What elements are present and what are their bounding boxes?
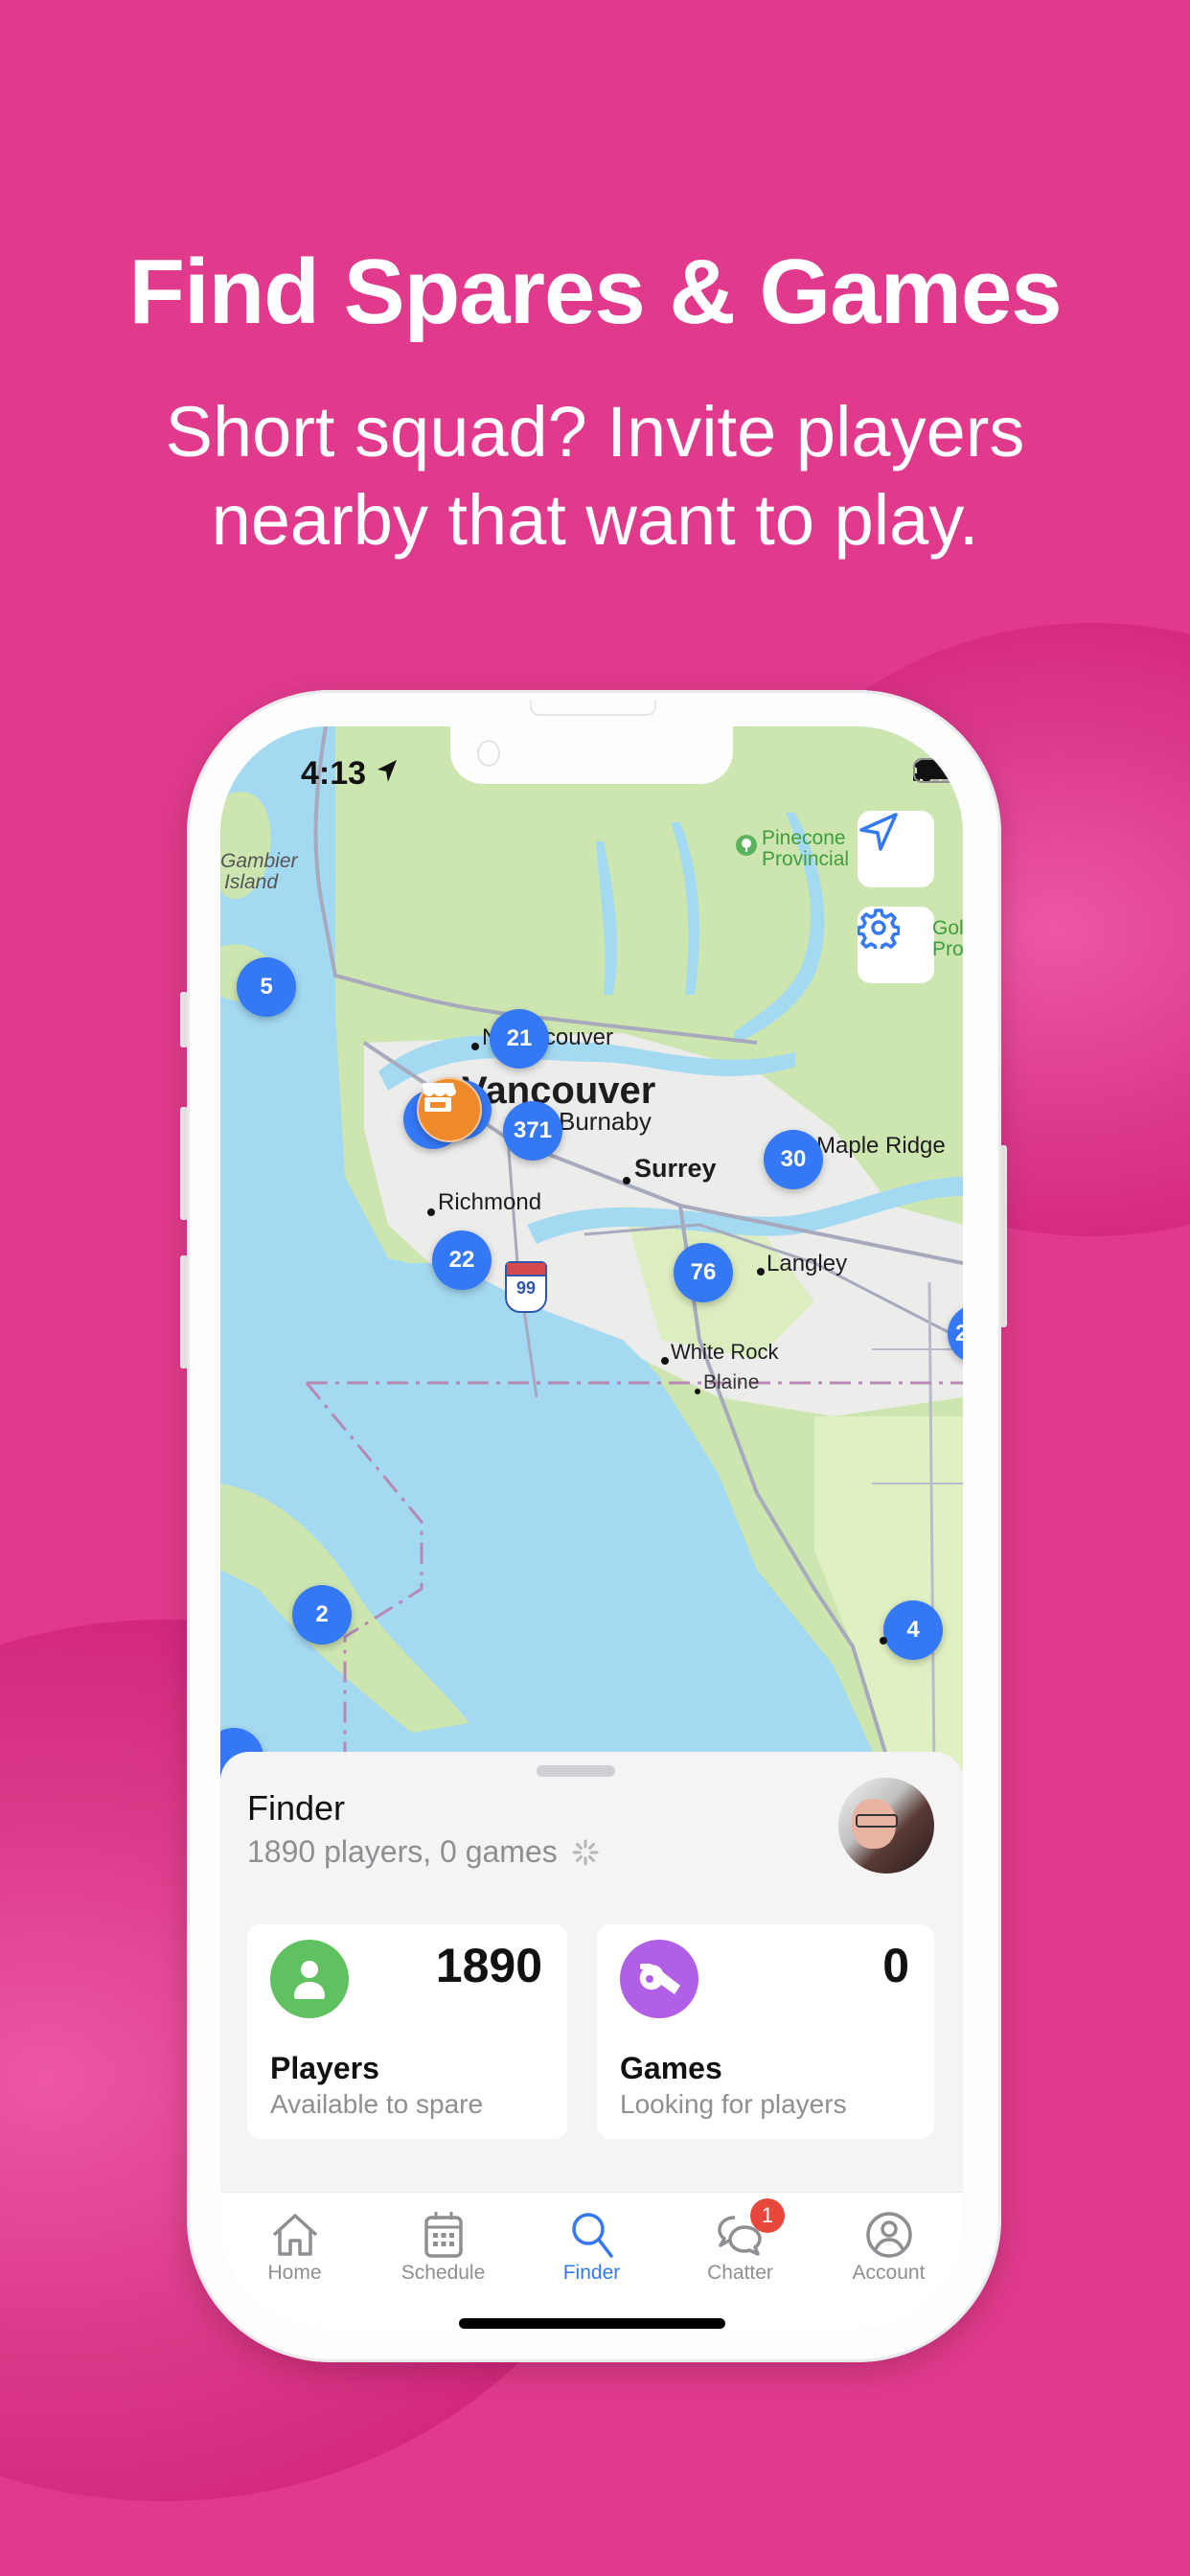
place-label-golden-ears: Gol Pro — [932, 917, 963, 960]
battery-icon — [913, 758, 963, 783]
games-description: Looking for players — [620, 2089, 847, 2119]
person-icon — [294, 1961, 325, 1999]
sheet-title: Finder — [247, 1788, 346, 1828]
user-avatar[interactable] — [838, 1778, 934, 1874]
promo-subline-line-1: Short squad? Invite players — [165, 392, 1025, 472]
place-dot — [757, 1268, 765, 1276]
navigation-arrow-icon — [859, 813, 898, 851]
place-dot — [471, 1043, 479, 1050]
place-label-gambier-island: Gambier Island — [220, 850, 298, 893]
map-cluster-marker[interactable]: 22 — [432, 1230, 492, 1290]
tab-label: Account — [852, 2262, 926, 2284]
tab-label: Home — [267, 2262, 322, 2284]
place-dot — [695, 1389, 700, 1394]
players-description: Available to spare — [270, 2089, 484, 2119]
status-time: 4:13 — [301, 755, 367, 792]
park-tree-icon — [736, 835, 757, 856]
map-cluster-marker[interactable]: 21 — [490, 1009, 549, 1069]
tab-home[interactable]: Home — [220, 2193, 369, 2288]
tab-chatter[interactable]: 1 Chatter — [666, 2193, 814, 2288]
avatar-glasses — [856, 1814, 898, 1828]
players-card[interactable]: 1890 Players Available to spare — [247, 1924, 567, 2139]
place-dot — [661, 1357, 669, 1365]
players-label: Players — [270, 2051, 379, 2085]
place-label-surrey: Surrey — [634, 1154, 717, 1183]
search-icon — [571, 2213, 613, 2258]
app-screen: 4:13 Gambier Island Pinecone Provincial Go… — [220, 726, 963, 2329]
tab-finder[interactable]: Finder — [517, 2193, 666, 2288]
finder-bottom-sheet: Finder 1890 players, 0 games 1890 Player… — [220, 1752, 963, 2193]
players-count: 1890 — [435, 1939, 542, 1992]
map-cluster-marker[interactable]: 76 — [674, 1243, 733, 1302]
location-arrow-icon — [378, 760, 397, 782]
highway-shield-icon: 99 — [505, 1261, 547, 1313]
map-cluster-marker[interactable]: 5 — [237, 957, 296, 1017]
games-count: 0 — [882, 1939, 909, 1992]
phone-speaker — [530, 701, 656, 716]
games-icon-circle — [620, 1940, 698, 2018]
place-dot — [623, 1177, 630, 1184]
account-icon — [865, 2212, 912, 2258]
place-label-white-rock: White Rock — [671, 1340, 779, 1364]
chatter-badge: 1 — [750, 2198, 785, 2233]
place-dot — [880, 1637, 887, 1644]
map-view[interactable]: 4:13 Gambier Island Pinecone Provincial Go… — [220, 726, 963, 1787]
games-label: Games — [620, 2051, 722, 2085]
calendar-icon — [423, 2212, 463, 2258]
map-settings-button[interactable] — [858, 907, 934, 983]
front-camera — [477, 740, 500, 767]
map-cluster-marker[interactable]: 2 — [292, 1585, 352, 1644]
promo-headline: Find Spares & Games — [128, 241, 1062, 343]
phone-notch — [450, 726, 733, 784]
tab-label: Finder — [562, 2262, 621, 2284]
place-label-burnaby: Burnaby — [559, 1107, 652, 1136]
place-label-pinecone-provincial: Pinecone Provincial — [762, 827, 850, 870]
tab-schedule[interactable]: Schedule — [369, 2193, 517, 2288]
promo-subline: Short squad? Invite players nearby that … — [0, 388, 1190, 564]
gear-icon — [858, 908, 900, 949]
sheet-subtitle: 1890 players, 0 games — [247, 1834, 600, 1870]
locate-me-button[interactable] — [858, 811, 934, 887]
whistle-icon — [639, 1964, 680, 1994]
place-label-blaine: Blaine — [703, 1371, 760, 1393]
storefront-icon — [423, 1083, 456, 1112]
players-icon-circle — [270, 1940, 349, 2018]
map-cluster-marker[interactable]: 371 — [503, 1101, 562, 1161]
tab-bar: Home Schedule Finder 1 Chatter Account — [220, 2192, 963, 2329]
sheet-subtitle-text: 1890 players, 0 games — [247, 1834, 558, 1869]
sheet-drag-handle[interactable] — [537, 1765, 615, 1777]
venue-marker[interactable] — [417, 1077, 482, 1142]
place-label-langley: Langley — [767, 1251, 848, 1276]
place-dot — [427, 1208, 435, 1216]
tab-label: Schedule — [400, 2262, 486, 2284]
home-icon — [272, 2214, 317, 2256]
games-card[interactable]: 0 Games Looking for players — [597, 1924, 934, 2139]
tab-account[interactable]: Account — [814, 2193, 963, 2288]
spinner-icon — [572, 1839, 599, 1865]
place-label-richmond: Richmond — [438, 1189, 542, 1215]
map-cluster-marker[interactable]: 30 — [764, 1130, 823, 1189]
place-label-maple-ridge: Maple Ridge — [816, 1133, 946, 1159]
tab-label: Chatter — [707, 2262, 773, 2284]
home-indicator — [459, 2318, 725, 2329]
map-cluster-marker[interactable]: 4 — [883, 1600, 943, 1660]
promo-subline-line-2: nearby that want to play. — [211, 480, 979, 560]
